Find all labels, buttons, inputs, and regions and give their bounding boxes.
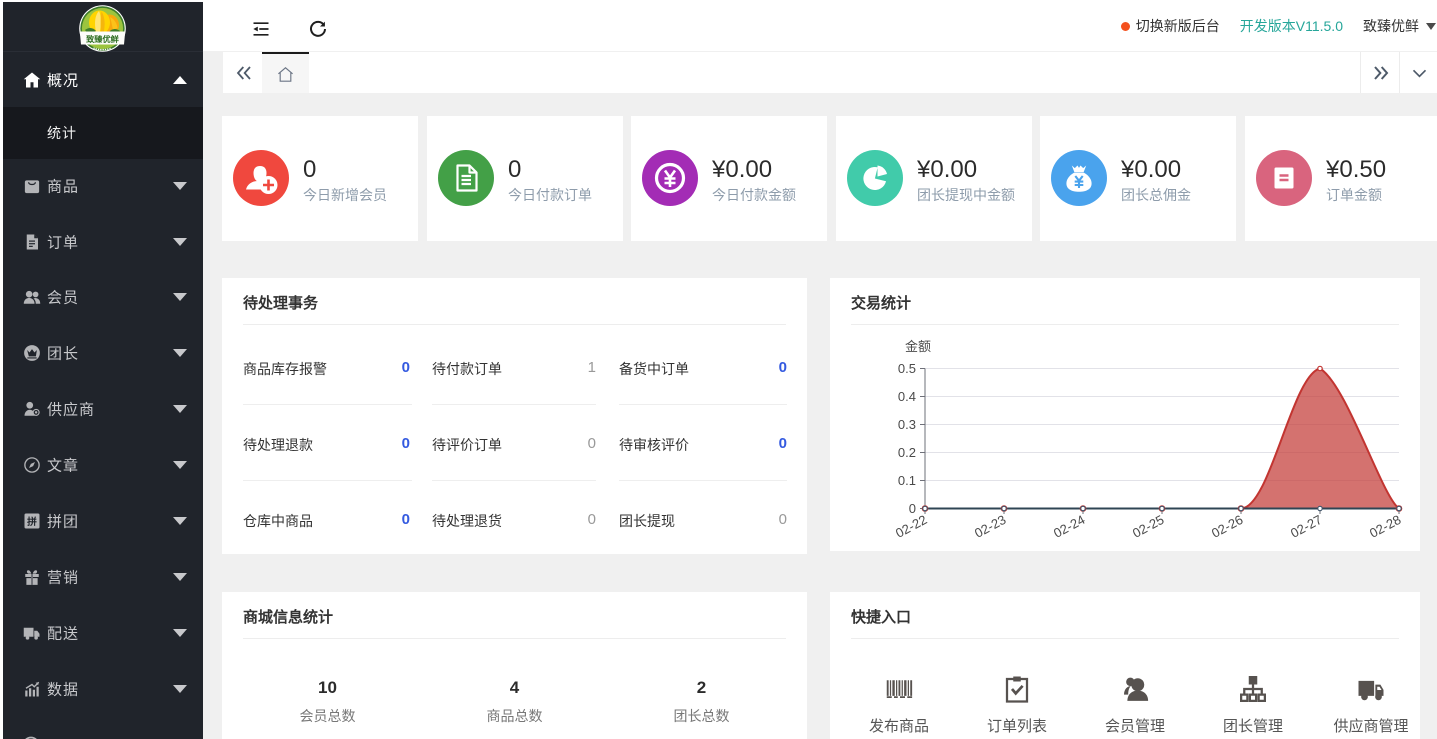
svg-text:0.2: 0.2 bbox=[898, 445, 916, 460]
svg-text:0.1: 0.1 bbox=[898, 473, 916, 488]
svg-text:致臻优鲜: 致臻优鲜 bbox=[86, 34, 120, 44]
svg-text:金额: 金额 bbox=[905, 339, 931, 354]
svg-text:02-27: 02-27 bbox=[1288, 512, 1324, 541]
svg-text:0: 0 bbox=[909, 501, 916, 516]
svg-text:02-23: 02-23 bbox=[972, 512, 1008, 541]
svg-text:0.3: 0.3 bbox=[898, 417, 916, 432]
svg-text:0.5: 0.5 bbox=[898, 361, 916, 376]
svg-text:0.4: 0.4 bbox=[898, 389, 916, 404]
svg-text:02-24: 02-24 bbox=[1051, 512, 1087, 541]
svg-text:02-22: 02-22 bbox=[893, 512, 929, 541]
svg-text:02-26: 02-26 bbox=[1209, 512, 1245, 541]
svg-text:02-25: 02-25 bbox=[1130, 512, 1166, 541]
svg-text:拼: 拼 bbox=[27, 515, 37, 528]
svg-text:02-28: 02-28 bbox=[1367, 512, 1403, 541]
